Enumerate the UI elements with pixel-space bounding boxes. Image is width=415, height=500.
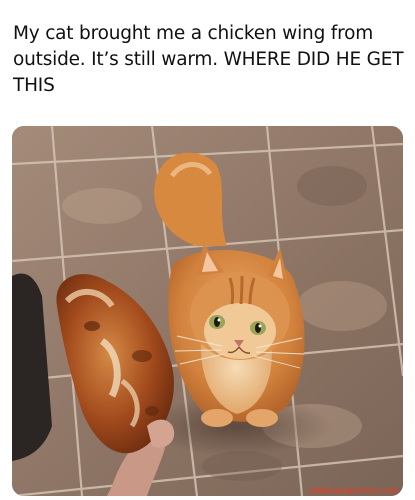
cat-paw-left	[201, 409, 233, 427]
caption-line-1: My cat brought me a chicken wing from	[13, 23, 374, 44]
site-watermark: AMERICASBESTPICS.COM	[308, 488, 398, 495]
meme-post: My cat brought me a chicken wing from ou…	[0, 0, 415, 500]
post-caption: My cat brought me a chicken wing from ou…	[13, 21, 405, 99]
caption-line-2: outside. It’s still warm. WHERE DID HE G…	[13, 49, 404, 70]
post-photo	[12, 126, 403, 496]
caption-line-3: THIS	[13, 75, 55, 96]
cat-paw-right	[246, 409, 278, 427]
photo-scene	[12, 126, 403, 496]
